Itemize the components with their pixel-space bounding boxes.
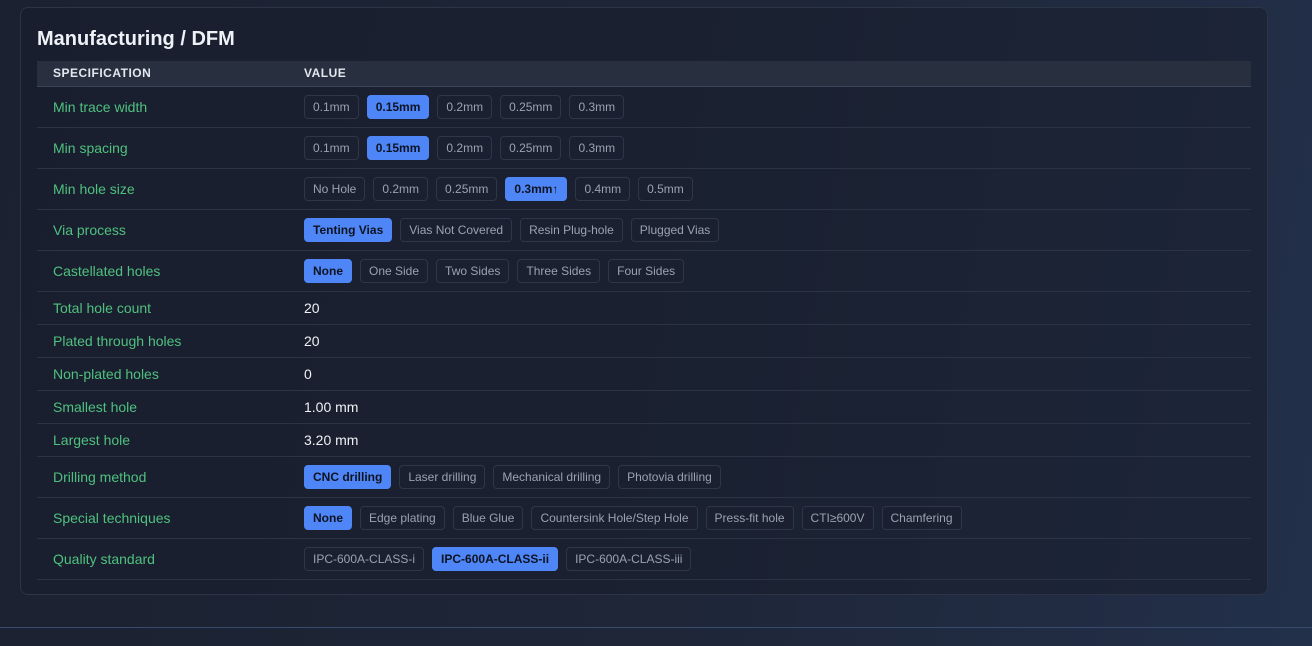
option-group: None One Side Two Sides Three Sides Four Sid…: [304, 250, 1251, 292]
spec-label: Largest hole: [37, 423, 304, 457]
option-chip[interactable]: 0.1mm: [304, 135, 359, 160]
option-group: IPC-600A-CLASS-i IPC-600A-CLASS-ii IPC-600…: [304, 538, 1251, 580]
table-row: Smallest hole 1.00 mm: [37, 390, 1251, 424]
option-chip-selected[interactable]: 0.15mm: [366, 94, 430, 119]
option-chip[interactable]: One Side: [360, 258, 429, 283]
option-chip[interactable]: 0.25mm: [500, 135, 562, 160]
option-chip[interactable]: 0.5mm: [638, 176, 693, 201]
option-chip-selected[interactable]: IPC-600A-CLASS-ii: [432, 546, 559, 571]
table-row: Via process Tenting Vias Vias Not Covered R…: [37, 209, 1251, 251]
spec-label: Via process: [37, 209, 304, 251]
spec-label: Quality standard: [37, 538, 304, 580]
option-chip[interactable]: IPC-600A-CLASS-iii: [566, 546, 692, 571]
option-chip[interactable]: CTI≥600V: [801, 505, 874, 530]
column-header-value: VALUE: [304, 61, 1251, 87]
spec-label: Total hole count: [37, 291, 304, 325]
option-chip-selected[interactable]: Tenting Vias: [304, 217, 393, 242]
table-row: Drilling method CNC drilling Laser drillin…: [37, 456, 1251, 498]
spec-value: 3.20 mm: [304, 423, 1251, 457]
option-chip[interactable]: Mechanical drilling: [493, 464, 611, 489]
option-chips: None One Side Two Sides Three Sides Four Sid…: [304, 258, 1251, 283]
table-row: Min hole size No Hole 0.2mm 0.25mm 0.3mm↑ 0.4…: [37, 168, 1251, 210]
option-chip[interactable]: Resin Plug-hole: [520, 217, 623, 242]
option-chip[interactable]: Laser drilling: [399, 464, 486, 489]
option-chips: 0.1mm 0.15mm 0.2mm 0.25mm 0.3mm: [304, 94, 1251, 119]
option-chip[interactable]: Edge plating: [360, 505, 445, 530]
spec-label: Special techniques: [37, 497, 304, 539]
option-chip[interactable]: IPC-600A-CLASS-i: [304, 546, 425, 571]
option-chip[interactable]: 0.3mm: [569, 135, 625, 160]
column-header-spec: SPECIFICATION: [37, 61, 304, 87]
option-group: 0.1mm 0.15mm 0.2mm 0.25mm 0.3mm: [304, 86, 1251, 128]
option-chip[interactable]: Four Sides: [608, 258, 685, 283]
spec-value: 20: [304, 324, 1251, 358]
option-chip[interactable]: No Hole: [304, 176, 366, 201]
option-chip[interactable]: Countersink Hole/Step Hole: [531, 505, 698, 530]
option-chip[interactable]: Two Sides: [436, 258, 510, 283]
panel-title: Manufacturing / DFM: [37, 28, 235, 50]
option-chip[interactable]: Three Sides: [517, 258, 601, 283]
dfm-panel: Manufacturing / DFM SPECIFICATION VALUE …: [20, 7, 1268, 595]
spec-table-body: Min trace width 0.1mm 0.15mm 0.2mm 0.25mm 0.3…: [37, 86, 1251, 580]
option-group: None Edge plating Blue Glue Countersink Hol…: [304, 497, 1251, 539]
spec-label: Min spacing: [37, 127, 304, 169]
spec-label: Smallest hole: [37, 390, 304, 424]
table-row: Special techniques None Edge plating Blue G…: [37, 497, 1251, 539]
spec-value: 1.00 mm: [304, 390, 1251, 424]
table-row: Castellated holes None One Side Two Sides Th…: [37, 250, 1251, 292]
option-group: Tenting Vias Vias Not Covered Resin Plug-h…: [304, 209, 1251, 251]
option-chip[interactable]: 0.2mm: [437, 94, 493, 119]
table-row: Plated through holes 20: [37, 324, 1251, 358]
option-chip[interactable]: 0.1mm: [304, 94, 359, 119]
spec-label: Plated through holes: [37, 324, 304, 358]
spec-label: Min trace width: [37, 86, 304, 128]
table-row: Total hole count 20: [37, 291, 1251, 325]
option-chip-selected[interactable]: 0.3mm↑: [505, 176, 568, 201]
option-chip-selected[interactable]: 0.15mm: [366, 135, 430, 160]
option-chips: 0.1mm 0.15mm 0.2mm 0.25mm 0.3mm: [304, 135, 1251, 160]
spec-value: 20: [304, 291, 1251, 325]
option-chip-selected[interactable]: None: [304, 258, 352, 283]
option-chip[interactable]: Vias Not Covered: [400, 217, 513, 242]
spec-label: Drilling method: [37, 456, 304, 498]
option-chip[interactable]: 0.2mm: [373, 176, 429, 201]
option-chip[interactable]: Chamfering: [881, 505, 962, 530]
option-chip[interactable]: 0.3mm: [569, 94, 625, 119]
table-row: Quality standard IPC-600A-CLASS-i IPC-600A…: [37, 538, 1251, 580]
option-chips: None Edge plating Blue Glue Countersink Hol…: [304, 505, 1251, 530]
option-chips: IPC-600A-CLASS-i IPC-600A-CLASS-ii IPC-600…: [304, 546, 1251, 571]
option-chip[interactable]: Blue Glue: [452, 505, 524, 530]
spec-table: SPECIFICATION VALUE Min trace width 0.1mm…: [37, 61, 1251, 580]
option-chip[interactable]: Plugged Vias: [630, 217, 720, 242]
option-chip-selected[interactable]: None: [304, 505, 352, 530]
table-row: Min trace width 0.1mm 0.15mm 0.2mm 0.25mm 0.3…: [37, 86, 1251, 128]
option-chip[interactable]: 0.25mm: [500, 94, 562, 119]
option-chip-selected[interactable]: CNC drilling: [304, 464, 392, 489]
table-row: Largest hole 3.20 mm: [37, 423, 1251, 457]
option-group: No Hole 0.2mm 0.25mm 0.3mm↑ 0.4mm 0.5mm: [304, 168, 1251, 210]
option-chip[interactable]: Press-fit hole: [705, 505, 794, 530]
option-chips: Tenting Vias Vias Not Covered Resin Plug-h…: [304, 217, 1251, 242]
bottom-divider: [0, 627, 1312, 628]
option-group: CNC drilling Laser drilling Mechanical dri…: [304, 456, 1251, 498]
option-chip[interactable]: 0.25mm: [436, 176, 498, 201]
spec-label: Min hole size: [37, 168, 304, 210]
option-group: 0.1mm 0.15mm 0.2mm 0.25mm 0.3mm: [304, 127, 1251, 169]
option-chip[interactable]: 0.2mm: [437, 135, 493, 160]
option-chips: No Hole 0.2mm 0.25mm 0.3mm↑ 0.4mm 0.5mm: [304, 176, 1251, 201]
option-chip[interactable]: Photovia drilling: [618, 464, 721, 489]
table-row: Non-plated holes 0: [37, 357, 1251, 391]
table-row: Min spacing 0.1mm 0.15mm 0.2mm 0.25mm 0.3mm: [37, 127, 1251, 169]
option-chip[interactable]: 0.4mm: [575, 176, 631, 201]
table-header: SPECIFICATION VALUE: [37, 61, 1251, 87]
spec-label: Non-plated holes: [37, 357, 304, 391]
option-chips: CNC drilling Laser drilling Mechanical dri…: [304, 464, 1251, 489]
spec-label: Castellated holes: [37, 250, 304, 292]
spec-value: 0: [304, 357, 1251, 391]
